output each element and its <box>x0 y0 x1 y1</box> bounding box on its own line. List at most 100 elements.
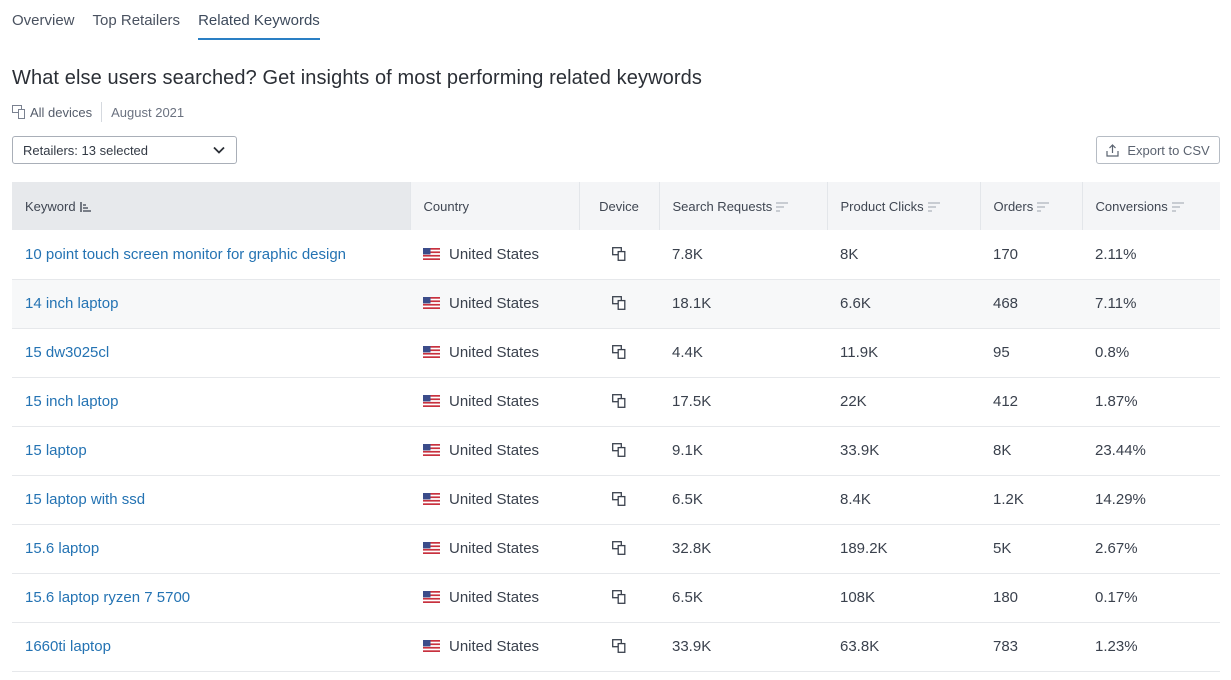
product-clicks-cell: 8.4K <box>827 475 980 525</box>
table-row: 15 dw3025cl United States 4.4K 11.9K 95 … <box>12 328 1220 378</box>
devices-icon <box>612 394 626 408</box>
keyword-link[interactable]: 15.6 laptop <box>25 540 99 557</box>
tab-bar: Overview Top Retailers Related Keywords <box>12 0 338 40</box>
orders-cell: 180 <box>980 573 1082 623</box>
device-cell <box>579 573 659 623</box>
country-cell: United States <box>410 377 579 427</box>
devices-icon <box>612 639 626 653</box>
country-cell: United States <box>410 573 579 623</box>
devices-icon <box>612 345 626 359</box>
country-name: United States <box>449 245 540 263</box>
keyword-cell: 15 inch laptop <box>12 377 410 427</box>
search-requests-cell: 4.4K <box>659 328 827 378</box>
column-header-country: Country <box>410 182 580 230</box>
device-cell <box>579 279 659 329</box>
keyword-cell: 14 inch laptop <box>12 279 410 329</box>
sort-icon <box>776 201 789 212</box>
keyword-link[interactable]: 15 laptop <box>25 442 87 459</box>
table-row: 10 point touch screen monitor for graphi… <box>12 230 1220 280</box>
keyword-cell: 10 point touch screen monitor for graphi… <box>12 230 410 280</box>
date-label: August 2021 <box>111 104 185 120</box>
keyword-link[interactable]: 15 dw3025cl <box>25 344 109 361</box>
orders-cell: 170 <box>980 230 1082 280</box>
keyword-link[interactable]: 10 point touch screen monitor for graphi… <box>25 246 346 263</box>
column-label: Device <box>599 198 639 214</box>
devices-icon <box>612 246 626 261</box>
orders-cell: 468 <box>980 279 1082 329</box>
search-requests-cell: 17.5K <box>659 377 827 427</box>
table-row: 15 laptop United States 9.1K 33.9K 8K 23… <box>12 426 1220 476</box>
us-flag-icon <box>423 297 440 309</box>
keyword-link[interactable]: 14 inch laptop <box>25 295 118 312</box>
sort-icon <box>79 201 91 212</box>
keyword-cell: 15.6 laptop ryzen 7 5700 <box>12 573 410 623</box>
device-cell <box>579 622 659 672</box>
column-label: Country <box>423 198 470 214</box>
column-header-product-clicks[interactable]: Product Clicks <box>827 182 981 230</box>
tab-top-retailers[interactable]: Top Retailers <box>93 0 181 40</box>
related-keywords-table: Keyword Country Device Search Requests P… <box>12 182 1220 672</box>
us-flag-icon <box>423 640 440 652</box>
keyword-link[interactable]: 15.6 laptop ryzen 7 5700 <box>25 589 190 606</box>
conversions-cell: 1.23% <box>1082 622 1220 672</box>
device-cell <box>579 377 659 427</box>
devices-icon <box>612 590 626 604</box>
product-clicks-cell: 22K <box>827 377 980 427</box>
us-flag-icon <box>423 542 440 554</box>
retailers-select[interactable]: Retailers: 13 selected <box>12 136 237 164</box>
export-csv-button[interactable]: Export to CSV <box>1096 136 1220 164</box>
column-label: Product Clicks <box>840 198 924 214</box>
conversions-cell: 0.17% <box>1082 573 1220 623</box>
device-cell <box>579 524 659 574</box>
us-flag-icon <box>423 346 440 358</box>
keyword-link[interactable]: 15 laptop with ssd <box>25 491 145 508</box>
devices-icon <box>612 541 626 555</box>
table-row: 15.6 laptop ryzen 7 5700 United States 6… <box>12 573 1220 623</box>
country-name: United States <box>449 393 540 410</box>
devices-icon <box>612 492 626 506</box>
orders-cell: 783 <box>980 622 1082 672</box>
column-header-orders[interactable]: Orders <box>980 182 1083 230</box>
search-requests-cell: 33.9K <box>659 622 827 672</box>
sort-icon <box>927 201 940 212</box>
keyword-cell: 1660ti laptop <box>12 622 410 672</box>
export-csv-label: Export to CSV <box>1127 142 1210 158</box>
devices-icon <box>612 443 626 457</box>
device-cell <box>579 328 659 378</box>
keyword-link[interactable]: 15 inch laptop <box>25 393 118 410</box>
table-header-row: Keyword Country Device Search Requests P… <box>12 182 1220 230</box>
country-cell: United States <box>410 475 579 525</box>
device-filter-label: All devices <box>30 104 93 120</box>
country-name: United States <box>449 295 540 312</box>
search-requests-cell: 18.1K <box>659 279 827 329</box>
column-header-search-requests[interactable]: Search Requests <box>659 182 828 230</box>
devices-icon <box>612 296 626 310</box>
table-row: 15 laptop with ssd United States 6.5K 8.… <box>12 475 1220 525</box>
table-row: 1660ti laptop United States 33.9K 63.8K … <box>12 622 1220 672</box>
conversions-cell: 2.67% <box>1082 524 1220 574</box>
conversions-cell: 0.8% <box>1082 328 1220 378</box>
keyword-link[interactable]: 1660ti laptop <box>25 638 111 655</box>
country-cell: United States <box>410 524 579 574</box>
us-flag-icon <box>423 395 440 407</box>
retailers-select-label: Retailers: 13 selected <box>23 142 149 158</box>
table-row: 14 inch laptop United States 18.1K 6.6K … <box>12 279 1220 329</box>
product-clicks-cell: 189.2K <box>827 524 980 574</box>
tab-related-keywords[interactable]: Related Keywords <box>198 0 320 40</box>
keyword-cell: 15 dw3025cl <box>12 328 410 378</box>
table-body: 10 point touch screen monitor for graphi… <box>12 230 1220 672</box>
country-cell: United States <box>410 426 579 476</box>
tab-overview[interactable]: Overview <box>12 0 75 40</box>
column-header-device: Device <box>579 182 660 230</box>
device-cell <box>579 475 659 525</box>
page-title: What else users searched? Get insights o… <box>12 67 702 89</box>
country-name: United States <box>449 540 540 557</box>
column-header-keyword[interactable]: Keyword <box>12 182 411 230</box>
us-flag-icon <box>423 247 440 260</box>
upload-icon <box>1106 143 1119 157</box>
us-flag-icon <box>423 444 440 456</box>
orders-cell: 1.2K <box>980 475 1082 525</box>
sort-icon <box>1171 201 1184 212</box>
column-header-conversions[interactable]: Conversions <box>1082 182 1220 230</box>
table-row: 15 inch laptop United States 17.5K 22K 4… <box>12 377 1220 427</box>
